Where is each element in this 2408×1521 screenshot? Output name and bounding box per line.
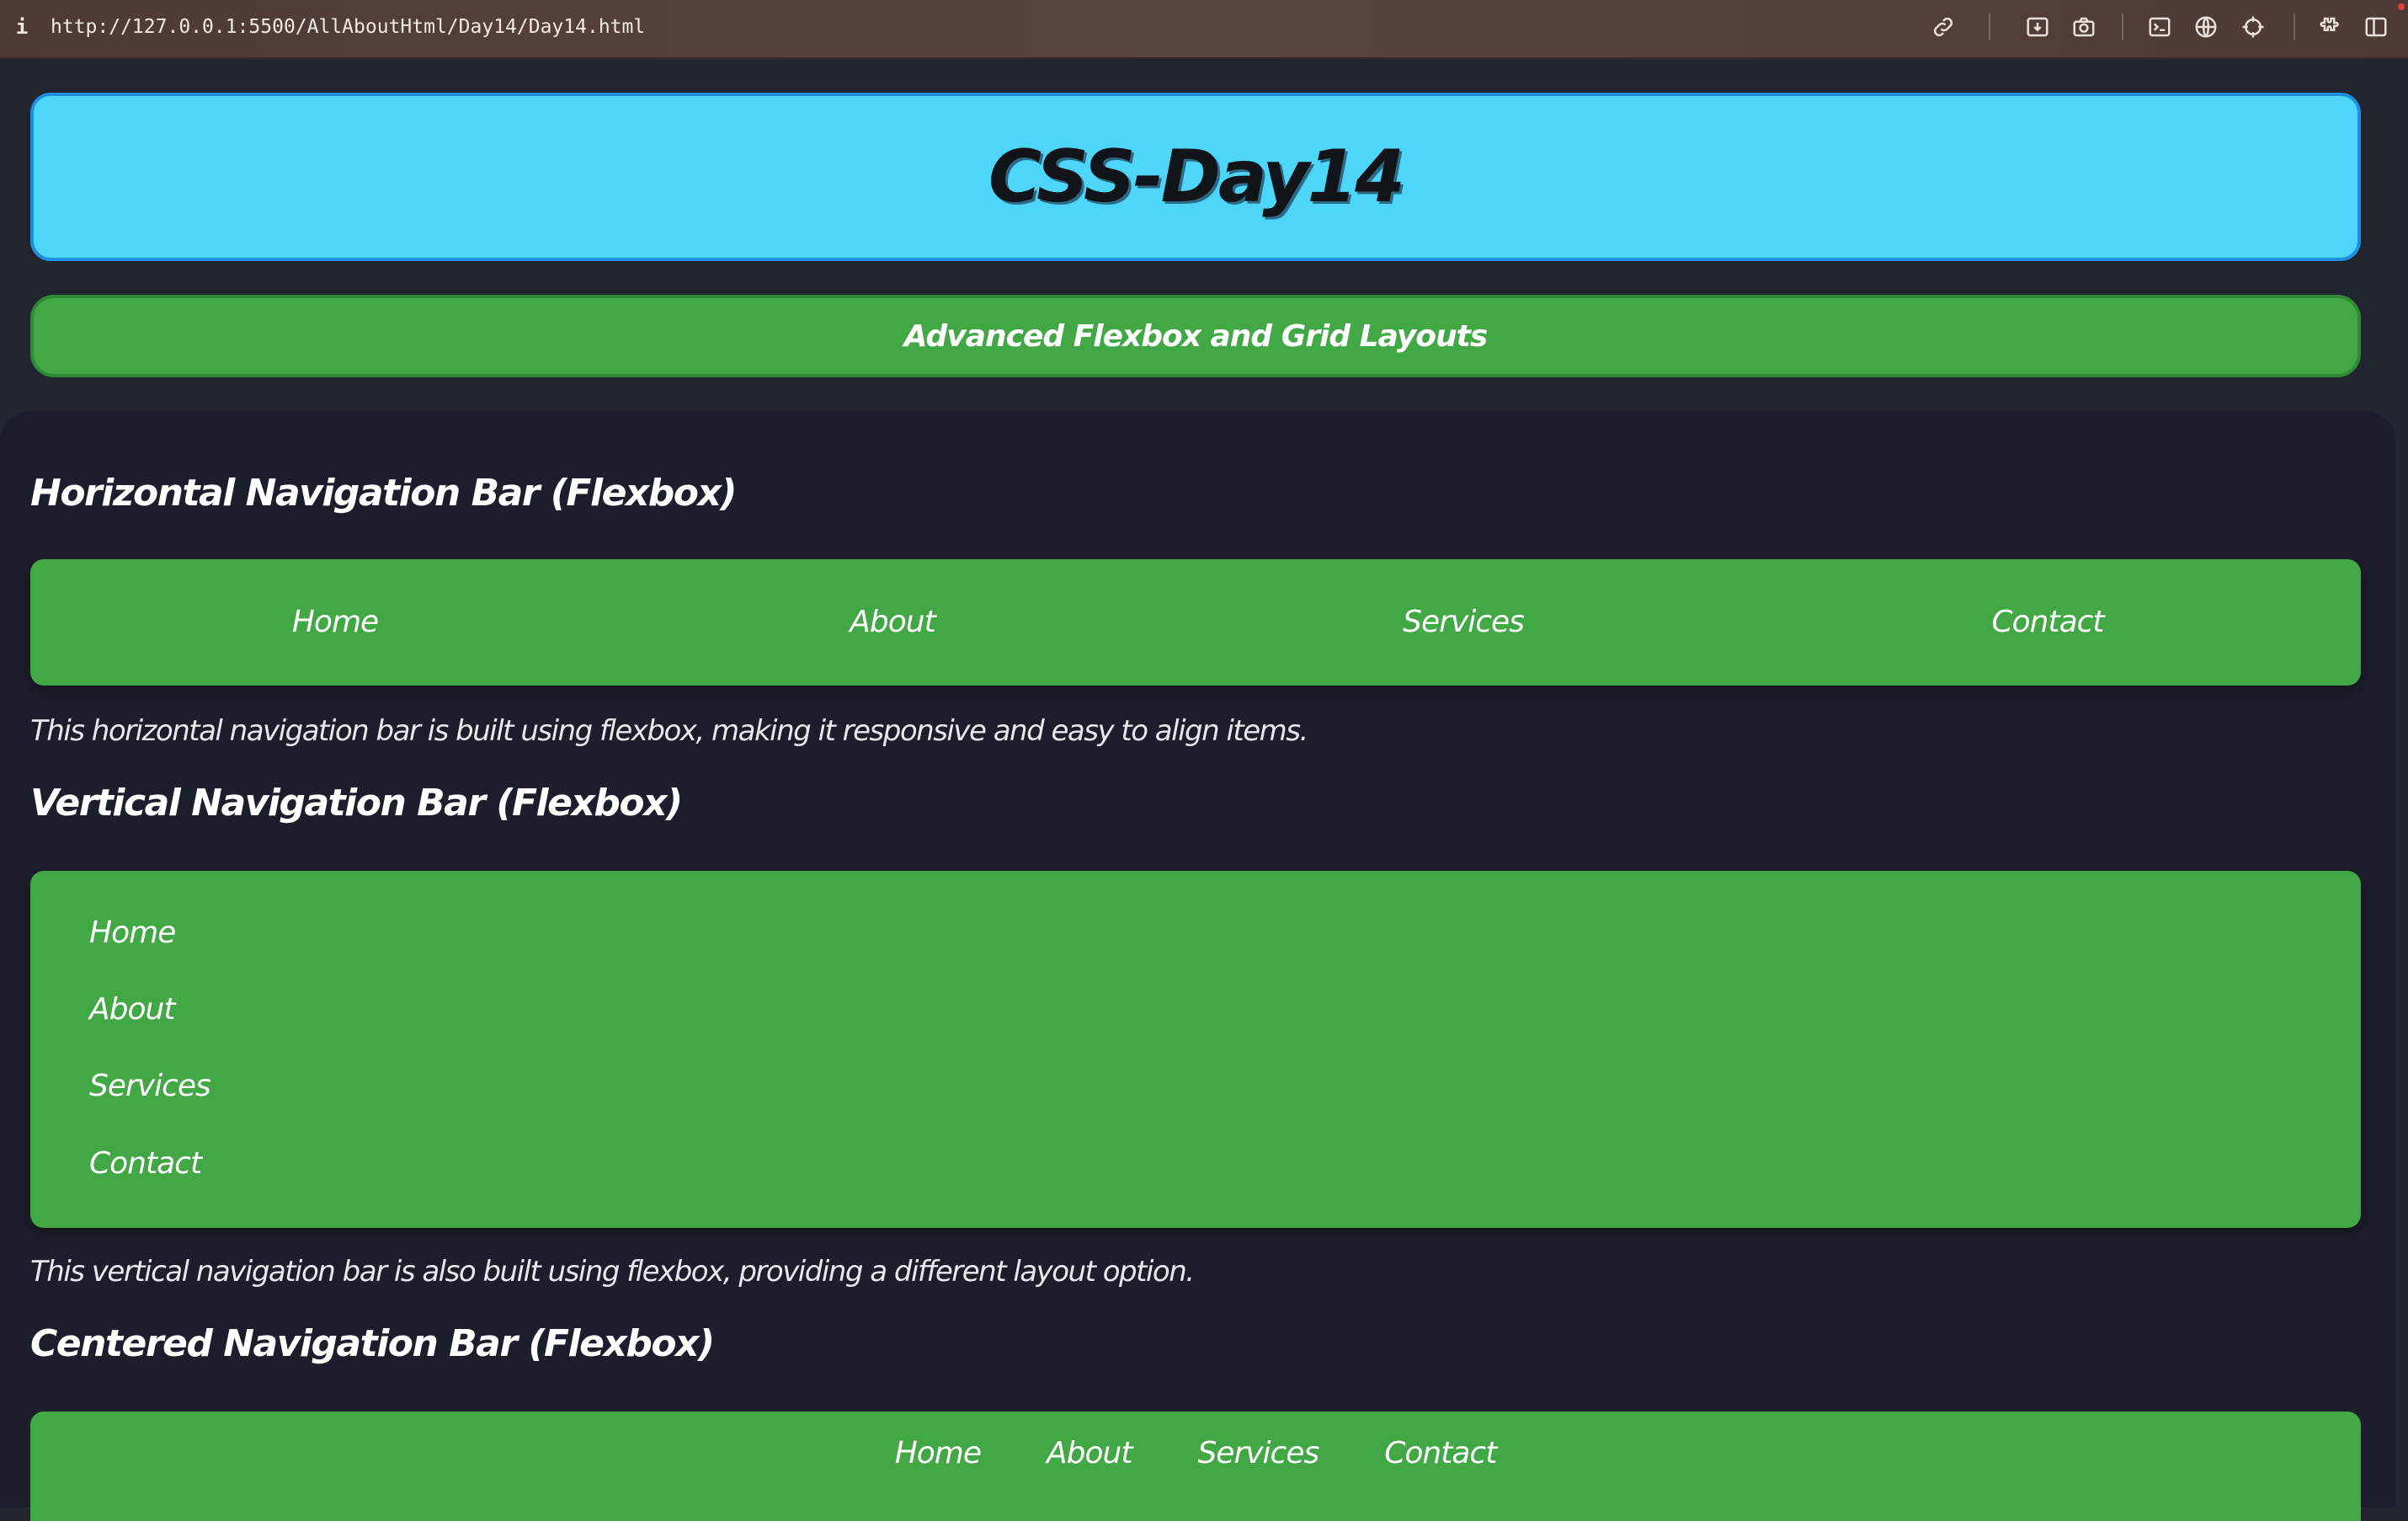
vertical-nav-description: This vertical navigation bar is also bui… bbox=[30, 1255, 1195, 1289]
vertical-nav-heading: Vertical Navigation Bar (Flexbox) bbox=[30, 782, 683, 825]
horizontal-nav-services[interactable]: Services bbox=[1403, 559, 1525, 686]
site-info-icon[interactable]: i bbox=[13, 12, 30, 42]
subtitle-banner: Advanced Flexbox and Grid Layouts bbox=[30, 295, 2361, 377]
centered-nav-home[interactable]: Home bbox=[895, 1428, 982, 1479]
centered-nav-about[interactable]: About bbox=[1047, 1428, 1132, 1479]
page-subtitle: Advanced Flexbox and Grid Layouts bbox=[903, 318, 1489, 354]
page-header: CSS-Day14 bbox=[30, 93, 2361, 261]
browser-toolbar: i http://127.0.0.1:5500/AllAboutHtml/Day… bbox=[0, 0, 2408, 59]
centered-nav-contact[interactable]: Contact bbox=[1384, 1428, 1497, 1479]
vertical-nav-contact[interactable]: Contact bbox=[89, 1139, 202, 1189]
centered-nav-bar: Home About Services Contact bbox=[30, 1412, 2361, 1521]
url-bar[interactable]: http://127.0.0.1:5500/AllAboutHtml/Day14… bbox=[51, 12, 645, 42]
horizontal-nav-about[interactable]: About bbox=[850, 559, 935, 686]
vertical-nav-home[interactable]: Home bbox=[89, 908, 176, 958]
horizontal-nav-heading: Horizontal Navigation Bar (Flexbox) bbox=[30, 472, 738, 515]
horizontal-nav-description: This horizontal navigation bar is built … bbox=[30, 714, 1308, 748]
download-screenshot-icon[interactable] bbox=[2022, 12, 2053, 42]
notification-dot bbox=[2398, 3, 2405, 10]
globe-icon[interactable] bbox=[2191, 12, 2221, 42]
horizontal-nav-contact[interactable]: Contact bbox=[1991, 559, 2104, 686]
vertical-nav-services[interactable]: Services bbox=[89, 1061, 211, 1112]
toolbar-divider bbox=[1989, 13, 1990, 40]
vertical-nav-about[interactable]: About bbox=[89, 985, 175, 1035]
link-icon[interactable] bbox=[1928, 12, 1958, 42]
toolbar-divider bbox=[2122, 13, 2123, 40]
horizontal-nav-home[interactable]: Home bbox=[292, 559, 379, 686]
terminal-icon[interactable] bbox=[2144, 12, 2175, 42]
crosshair-icon[interactable] bbox=[2238, 12, 2268, 42]
sidebar-icon[interactable] bbox=[2361, 12, 2391, 42]
camera-icon[interactable] bbox=[2069, 12, 2099, 42]
page-title: CSS-Day14 bbox=[988, 135, 1405, 219]
extensions-icon[interactable] bbox=[2314, 12, 2344, 42]
horizontal-nav-bar: Home About Services Contact bbox=[30, 559, 2361, 686]
toolbar-divider bbox=[2293, 13, 2295, 40]
vertical-nav-bar: Home About Services Contact bbox=[30, 871, 2361, 1228]
centered-nav-services[interactable]: Services bbox=[1197, 1428, 1319, 1479]
centered-nav-heading: Centered Navigation Bar (Flexbox) bbox=[30, 1322, 715, 1365]
